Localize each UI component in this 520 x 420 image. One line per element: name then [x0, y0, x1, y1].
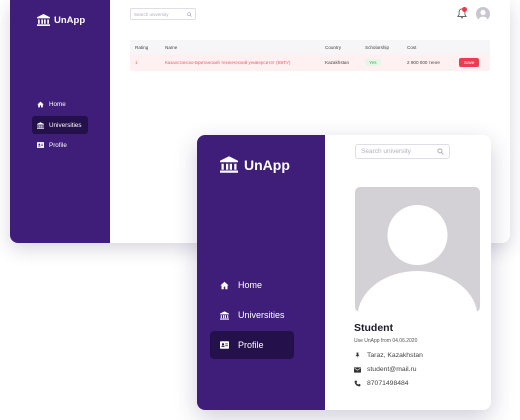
profile-email: student@mail.ru	[354, 366, 417, 373]
user-avatar[interactable]	[476, 7, 490, 21]
sidebar: UnApp Home Universities Profile	[197, 135, 325, 410]
sidebar: UnApp Home Universities Profile	[10, 0, 110, 243]
pin-icon	[355, 352, 360, 359]
search-placeholder: Search university	[361, 148, 411, 155]
home-icon	[220, 281, 229, 289]
profile-name: Student	[354, 322, 394, 334]
column-header-name: Name	[160, 40, 320, 54]
email-text[interactable]: student@mail.ru	[367, 366, 417, 373]
search-icon[interactable]	[437, 148, 444, 155]
column-header-cost: Cost	[402, 40, 454, 54]
app-logo[interactable]: UnApp	[220, 156, 290, 173]
action-cell: Save	[454, 54, 490, 71]
university-name-cell[interactable]: Казахстанско-Британский технический унив…	[160, 54, 320, 71]
nav-label: Home	[238, 280, 263, 290]
mail-icon	[354, 366, 361, 373]
nav-label: Profile	[49, 141, 67, 149]
search-input[interactable]: Search university	[130, 8, 196, 20]
nav-item-universities[interactable]: Universities	[32, 116, 88, 134]
cost-cell: 2 900 000 тенге	[402, 54, 454, 71]
profile-card-icon	[220, 341, 229, 349]
scholarship-cell: Yes	[360, 54, 402, 71]
app-name: UnApp	[244, 156, 290, 173]
table-row[interactable]: 1 Казахстанско-Британский технический ун…	[130, 54, 490, 71]
nav-label: Home	[49, 100, 66, 108]
column-header-rating: Rating	[130, 40, 160, 54]
universities-table: Rating Name Country Scholarship Cost 1 К…	[130, 40, 490, 71]
phone-icon	[354, 380, 361, 387]
home-icon	[37, 101, 44, 107]
nav-label: Universities	[238, 310, 285, 320]
profile-phone: 87071498484	[354, 380, 409, 387]
column-header-country: Country	[320, 40, 360, 54]
location-text: Taraz, Kazakhstan	[367, 352, 423, 359]
nav-item-universities[interactable]: Universities	[210, 301, 294, 329]
rating-cell: 1	[130, 54, 160, 71]
university-logo-icon	[37, 14, 50, 26]
nav-label: Universities	[49, 121, 82, 129]
university-icon	[220, 310, 229, 320]
nav-item-profile[interactable]: Profile	[32, 136, 88, 154]
notification-badge	[462, 7, 467, 12]
search-input[interactable]: Search university	[355, 144, 450, 159]
user-silhouette-icon	[357, 205, 478, 312]
profile-avatar[interactable]	[355, 187, 480, 312]
profile-location: Taraz, Kazakhstan	[354, 352, 423, 359]
university-logo-icon	[220, 156, 238, 173]
nav-item-home[interactable]: Home	[210, 271, 294, 299]
save-button[interactable]: Save	[459, 58, 480, 67]
column-header-action	[454, 40, 490, 54]
column-header-scholarship: Scholarship	[360, 40, 402, 54]
nav-label: Profile	[238, 340, 264, 350]
search-icon[interactable]	[187, 11, 192, 17]
phone-text[interactable]: 87071498484	[367, 380, 409, 387]
profile-card-icon	[37, 142, 44, 148]
nav-item-home[interactable]: Home	[32, 95, 88, 113]
search-placeholder: Search university	[134, 11, 169, 17]
university-icon	[37, 121, 44, 129]
table-header-row: Rating Name Country Scholarship Cost	[130, 40, 490, 54]
member-since: Use UnApp from 04.06.2020	[354, 338, 418, 344]
country-cell: Kazakhstan	[320, 54, 360, 71]
scholarship-badge: Yes	[365, 59, 381, 66]
app-name: UnApp	[54, 14, 86, 26]
nav-item-profile[interactable]: Profile	[210, 331, 294, 359]
user-icon	[478, 9, 488, 21]
app-logo[interactable]: UnApp	[37, 14, 85, 26]
profile-window: UnApp Home Universities Profile Search u…	[197, 135, 491, 410]
